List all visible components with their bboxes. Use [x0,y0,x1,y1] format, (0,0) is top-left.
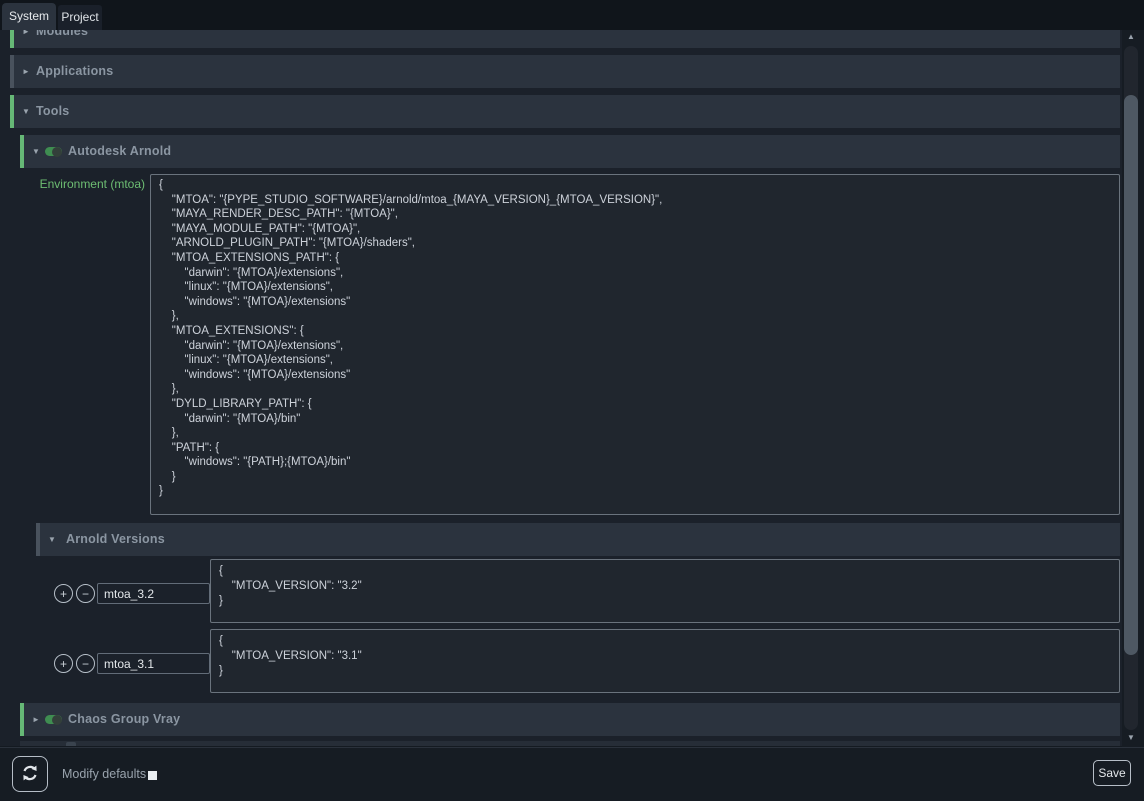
chevron-right-icon[interactable]: ► [22,55,30,88]
section-header-arnold-versions[interactable]: ▼ Arnold Versions [36,523,1120,556]
toggle-knob-icon [52,715,62,725]
section-label-autodesk-arnold: Autodesk Arnold [68,135,171,168]
version-json-editor[interactable]: { "MTOA_VERSION": "3.2" } [210,559,1120,623]
chevron-right-icon[interactable]: ► [22,30,30,48]
version-json-editor[interactable]: { "MTOA_VERSION": "3.1" } [210,629,1120,693]
footer-bar: Modify defaults Save [0,747,1144,801]
chevron-down-icon[interactable]: ▼ [32,135,40,168]
tab-system[interactable]: System [2,3,56,30]
enabled-toggle[interactable] [45,715,62,724]
section-label-modules: Modules [36,30,88,48]
toggle-knob-icon [52,147,62,157]
scroll-down-icon[interactable]: ▼ [1122,733,1140,742]
refresh-icon [20,763,40,786]
tab-project[interactable]: Project [58,5,102,30]
vertical-scrollbar[interactable]: ▲ ▼ [1122,30,1144,747]
partial-toggle-icon [66,742,76,746]
section-header-tools[interactable]: ▼ Tools [10,95,1120,128]
add-version-button[interactable]: + [54,584,73,603]
remove-version-button[interactable]: − [76,584,95,603]
section-header-chaos-group-vray[interactable]: ► Chaos Group Vray [20,703,1120,736]
chevron-down-icon[interactable]: ▼ [48,523,56,556]
section-label-tools: Tools [36,95,69,128]
modify-defaults-label: Modify defaults [62,748,146,801]
section-label-arnold-versions: Arnold Versions [66,523,165,556]
modify-defaults-checkbox[interactable] [148,771,157,780]
version-key-input[interactable] [97,653,210,674]
section-header-modules[interactable]: ► Modules [10,30,1120,48]
section-label-applications: Applications [36,55,113,88]
section-header-applications[interactable]: ► Applications [10,55,1120,88]
version-key-input[interactable] [97,583,210,604]
enabled-toggle[interactable] [45,147,62,156]
scroll-up-icon[interactable]: ▲ [1122,32,1140,41]
refresh-button[interactable] [12,756,48,792]
remove-version-button[interactable]: − [76,654,95,673]
tab-bar: System Project [0,0,1144,30]
chevron-down-icon[interactable]: ▼ [22,95,30,128]
save-button[interactable]: Save [1093,760,1131,786]
section-header-autodesk-arnold[interactable]: ▼ Autodesk Arnold [20,135,1120,168]
chevron-right-icon[interactable]: ► [32,703,40,736]
scrollbar-thumb[interactable] [1124,95,1138,655]
add-version-button[interactable]: + [54,654,73,673]
settings-scroll-area: ► Modules ► Applications ▼ Tools ▼ Autod… [0,30,1122,746]
section-label-chaos-group-vray: Chaos Group Vray [68,703,180,736]
partial-next-row [20,741,1120,746]
environment-mtoa-editor[interactable]: { "MTOA": "{PYPE_STUDIO_SOFTWARE}/arnold… [150,174,1120,515]
environment-mtoa-label: Environment (mtoa) [20,177,145,191]
